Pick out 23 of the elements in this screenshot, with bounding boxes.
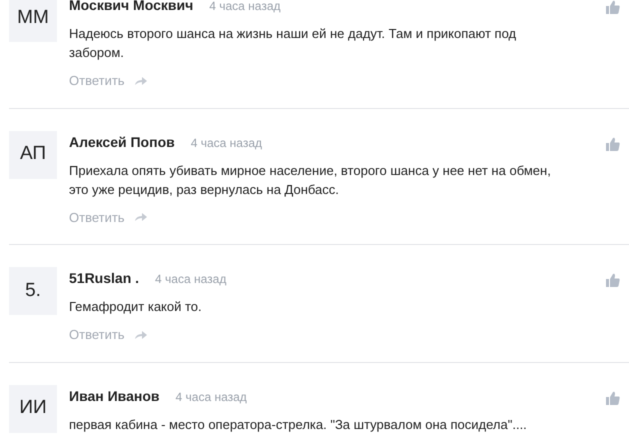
timestamp: 4 часа назад xyxy=(209,0,281,15)
share-arrow-icon[interactable] xyxy=(134,213,147,222)
thumbs-up-icon[interactable] xyxy=(606,136,620,150)
share-arrow-icon[interactable] xyxy=(134,330,147,339)
comment-text: Надеюсь второго шанса на жизнь наши ей не дадут. Там и прикопают под забором. xyxy=(69,25,518,62)
share-arrow-icon[interactable] xyxy=(134,76,147,85)
thumbs-up-icon[interactable] xyxy=(606,0,620,14)
comment-text: Гемафродит какой то. xyxy=(69,298,203,316)
author-name[interactable]: Иван Иванов xyxy=(69,386,160,406)
comment-text: Приехала опять убивать мирное население, второго шанса у нее нет на обмен, это уже рецидив, раз вернулась на Донбасс. xyxy=(69,162,552,198)
timestamp: 4 часа назад xyxy=(190,134,262,152)
comment-text: первая кабина - место оператора-стрелка. "За штурвалом она посидела".... xyxy=(69,416,528,434)
timestamp: 4 часа назад xyxy=(155,271,226,288)
avatar: АП xyxy=(9,130,57,178)
author-name[interactable]: 51Ruslan . xyxy=(69,268,140,289)
thumbs-up-icon[interactable] xyxy=(606,273,620,287)
thumbs-up-icon[interactable] xyxy=(606,390,620,404)
author-name[interactable]: Алексей Попов xyxy=(69,132,175,152)
avatar: ИИ xyxy=(9,384,57,432)
avatar: 5. xyxy=(9,267,57,315)
author-name[interactable]: Москвич Москвич xyxy=(69,0,194,16)
avatar: ММ xyxy=(9,0,57,42)
timestamp: 4 часа назад xyxy=(176,388,247,406)
